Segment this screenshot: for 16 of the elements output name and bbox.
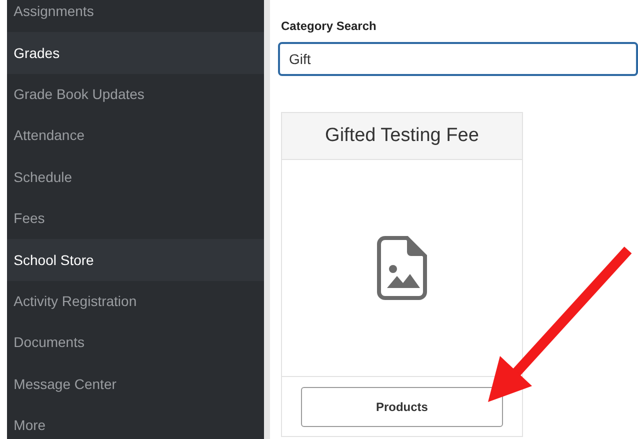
sidebar-item[interactable]: More (6, 404, 264, 439)
sidebar-item[interactable]: Assignments (6, 0, 264, 32)
image-file-icon (376, 236, 427, 300)
sidebar-item[interactable]: Grade Book Updates (6, 74, 264, 116)
sidebar-item[interactable]: Grades (6, 32, 264, 74)
card-title: Gifted Testing Fee (282, 113, 522, 160)
sidebar-item[interactable]: Attendance (6, 115, 264, 157)
sidebar-item[interactable]: Documents (6, 322, 264, 364)
sidebar-item[interactable]: Message Center (6, 364, 264, 405)
sidebar-item[interactable]: School Store (6, 239, 264, 281)
sidebar-item[interactable]: Activity Registration (6, 280, 264, 322)
sidebar-item[interactable]: Fees (6, 198, 264, 240)
search-field[interactable]: Gift (278, 42, 638, 76)
products-button[interactable]: Products (300, 386, 503, 426)
search-label: Category Search (280, 18, 378, 35)
sidebar-item[interactable]: Schedule (6, 156, 264, 198)
